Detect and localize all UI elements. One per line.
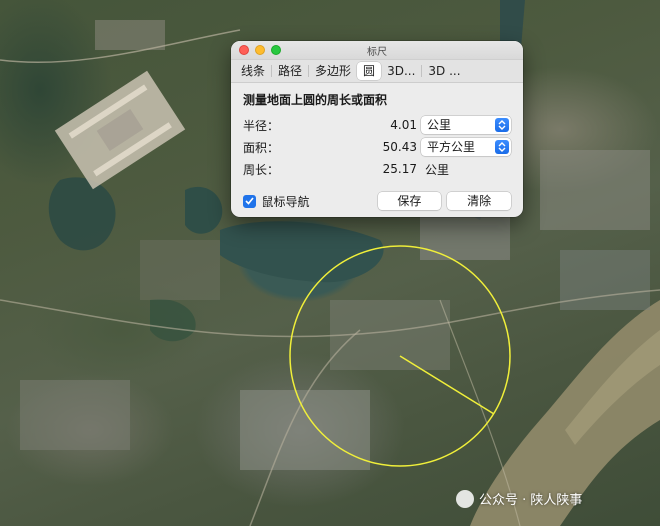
radius-value: 4.01 bbox=[390, 118, 417, 132]
circumference-row: 周长： 25.17 公里 bbox=[243, 158, 511, 180]
tab-polygon[interactable]: 多边形 bbox=[309, 62, 357, 80]
area-label: 面积： bbox=[243, 140, 280, 155]
measure-heading: 测量地面上圆的周长或面积 bbox=[243, 93, 388, 107]
circumference-unit: 公里 bbox=[425, 162, 450, 177]
area-row: 面积： 50.43 平方公里 bbox=[243, 136, 511, 158]
watermark-text: 公众号 · 陕人陕事 bbox=[479, 493, 583, 508]
radius-row: 半径： 4.01 公里 bbox=[243, 114, 511, 136]
window-titlebar[interactable]: 标尺 bbox=[231, 41, 523, 60]
tab-path[interactable]: 路径 bbox=[272, 62, 308, 80]
checkmark-icon bbox=[245, 197, 254, 205]
mouse-nav-checkbox[interactable] bbox=[243, 194, 256, 208]
mouse-nav-label[interactable]: 鼠标导航 bbox=[262, 193, 372, 210]
tab-circle[interactable]: 圆 bbox=[357, 62, 382, 80]
window-footer: 鼠标导航 保存 清除 bbox=[243, 192, 511, 210]
clear-button[interactable]: 清除 bbox=[447, 192, 511, 210]
area-unit-selected: 平方公里 bbox=[427, 140, 476, 154]
ruler-tabs: 线条 路径 多边形 圆 3D... 3D ... bbox=[231, 60, 523, 83]
tab-3d-path[interactable]: 3D... bbox=[381, 62, 421, 80]
area-value: 50.43 bbox=[382, 140, 417, 154]
circumference-label: 周长： bbox=[243, 162, 280, 177]
chevron-updown-icon bbox=[495, 140, 509, 154]
chevron-updown-icon bbox=[495, 118, 509, 132]
radius-unit-selected: 公里 bbox=[427, 118, 452, 132]
circumference-value: 25.17 bbox=[382, 162, 417, 176]
wechat-icon bbox=[456, 489, 474, 508]
save-button[interactable]: 保存 bbox=[377, 192, 442, 210]
watermark: 公众号 · 陕人陕事 bbox=[456, 489, 582, 508]
tab-line[interactable]: 线条 bbox=[235, 62, 271, 80]
area-unit-select[interactable]: 平方公里 bbox=[421, 138, 511, 156]
ruler-window: 标尺 线条 路径 多边形 圆 3D... 3D ... 测量地面上圆的周长或面积… bbox=[231, 41, 523, 217]
radius-unit-select[interactable]: 公里 bbox=[421, 116, 511, 134]
window-title: 标尺 bbox=[367, 47, 387, 58]
tab-3d-polygon[interactable]: 3D ... bbox=[422, 62, 466, 80]
radius-label: 半径： bbox=[243, 118, 280, 133]
